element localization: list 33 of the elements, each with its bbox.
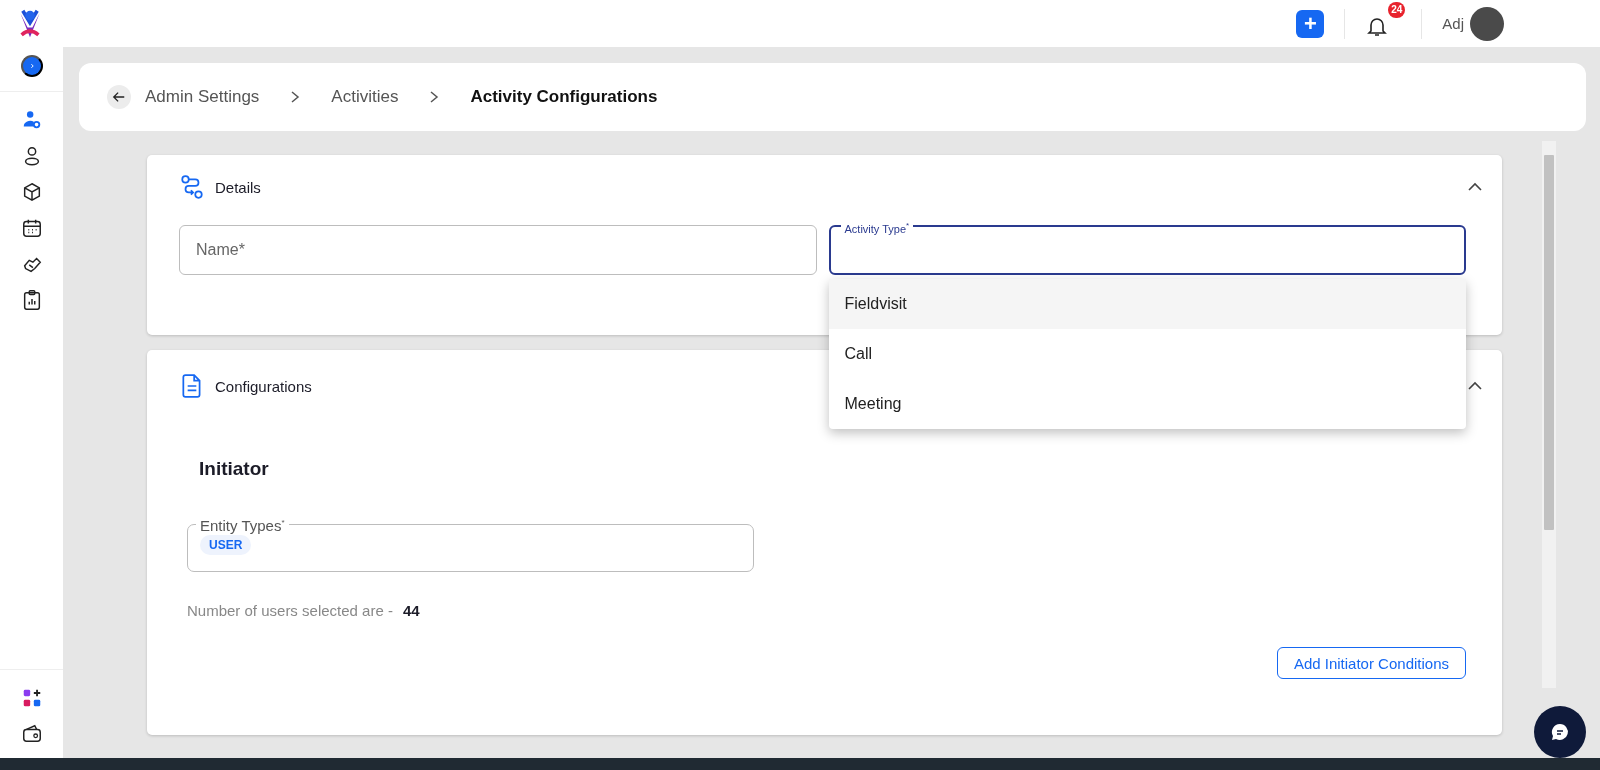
add-button[interactable]: +	[1296, 9, 1325, 38]
input-field[interactable]: Name*	[179, 225, 817, 275]
scrollbar[interactable]	[1542, 141, 1556, 688]
chat-button[interactable]	[1534, 706, 1586, 758]
wallet-icon[interactable]	[20, 723, 43, 745]
scrollbar-thumb[interactable]	[1544, 155, 1554, 530]
user-count: 44	[402, 602, 420, 619]
chevron-right-icon	[289, 90, 302, 104]
breadcrumb-current: Activity Configurations	[470, 87, 658, 107]
section-title: Details	[215, 178, 261, 196]
dropdown-option[interactable]: Call	[828, 329, 1466, 379]
back-button[interactable]	[107, 85, 131, 109]
expand-button[interactable]	[20, 55, 43, 77]
route-icon	[179, 174, 205, 200]
breadcrumb-link[interactable]: Activities	[331, 87, 399, 107]
arrow-left-icon	[112, 90, 126, 104]
user-name: Adj	[1442, 15, 1464, 32]
entity-chip[interactable]: USER	[200, 535, 252, 555]
add-initiator-conditions-button[interactable]: Add Initiator Conditions	[1276, 647, 1466, 679]
chevron-up-icon[interactable]	[1468, 182, 1482, 192]
calendar-icon[interactable]	[20, 217, 43, 239]
field-label: Entity Types$^{*}$	[199, 516, 286, 535]
section-title: Configurations	[215, 377, 312, 395]
chevron-up-icon[interactable]	[1468, 381, 1482, 391]
avatar[interactable]	[1470, 6, 1504, 41]
dropdown-option[interactable]: Fieldvisit	[828, 279, 1466, 329]
breadcrumb-link[interactable]: Admin Settings	[145, 87, 260, 107]
dropdown-option[interactable]: Meeting	[828, 379, 1466, 429]
chevron-right-icon	[28, 61, 35, 71]
chevron-right-icon	[428, 90, 441, 104]
notification-badge: 24	[1388, 1, 1406, 18]
summary-text: Number of users selected are -	[187, 602, 393, 619]
section-heading: Initiator	[199, 458, 270, 480]
